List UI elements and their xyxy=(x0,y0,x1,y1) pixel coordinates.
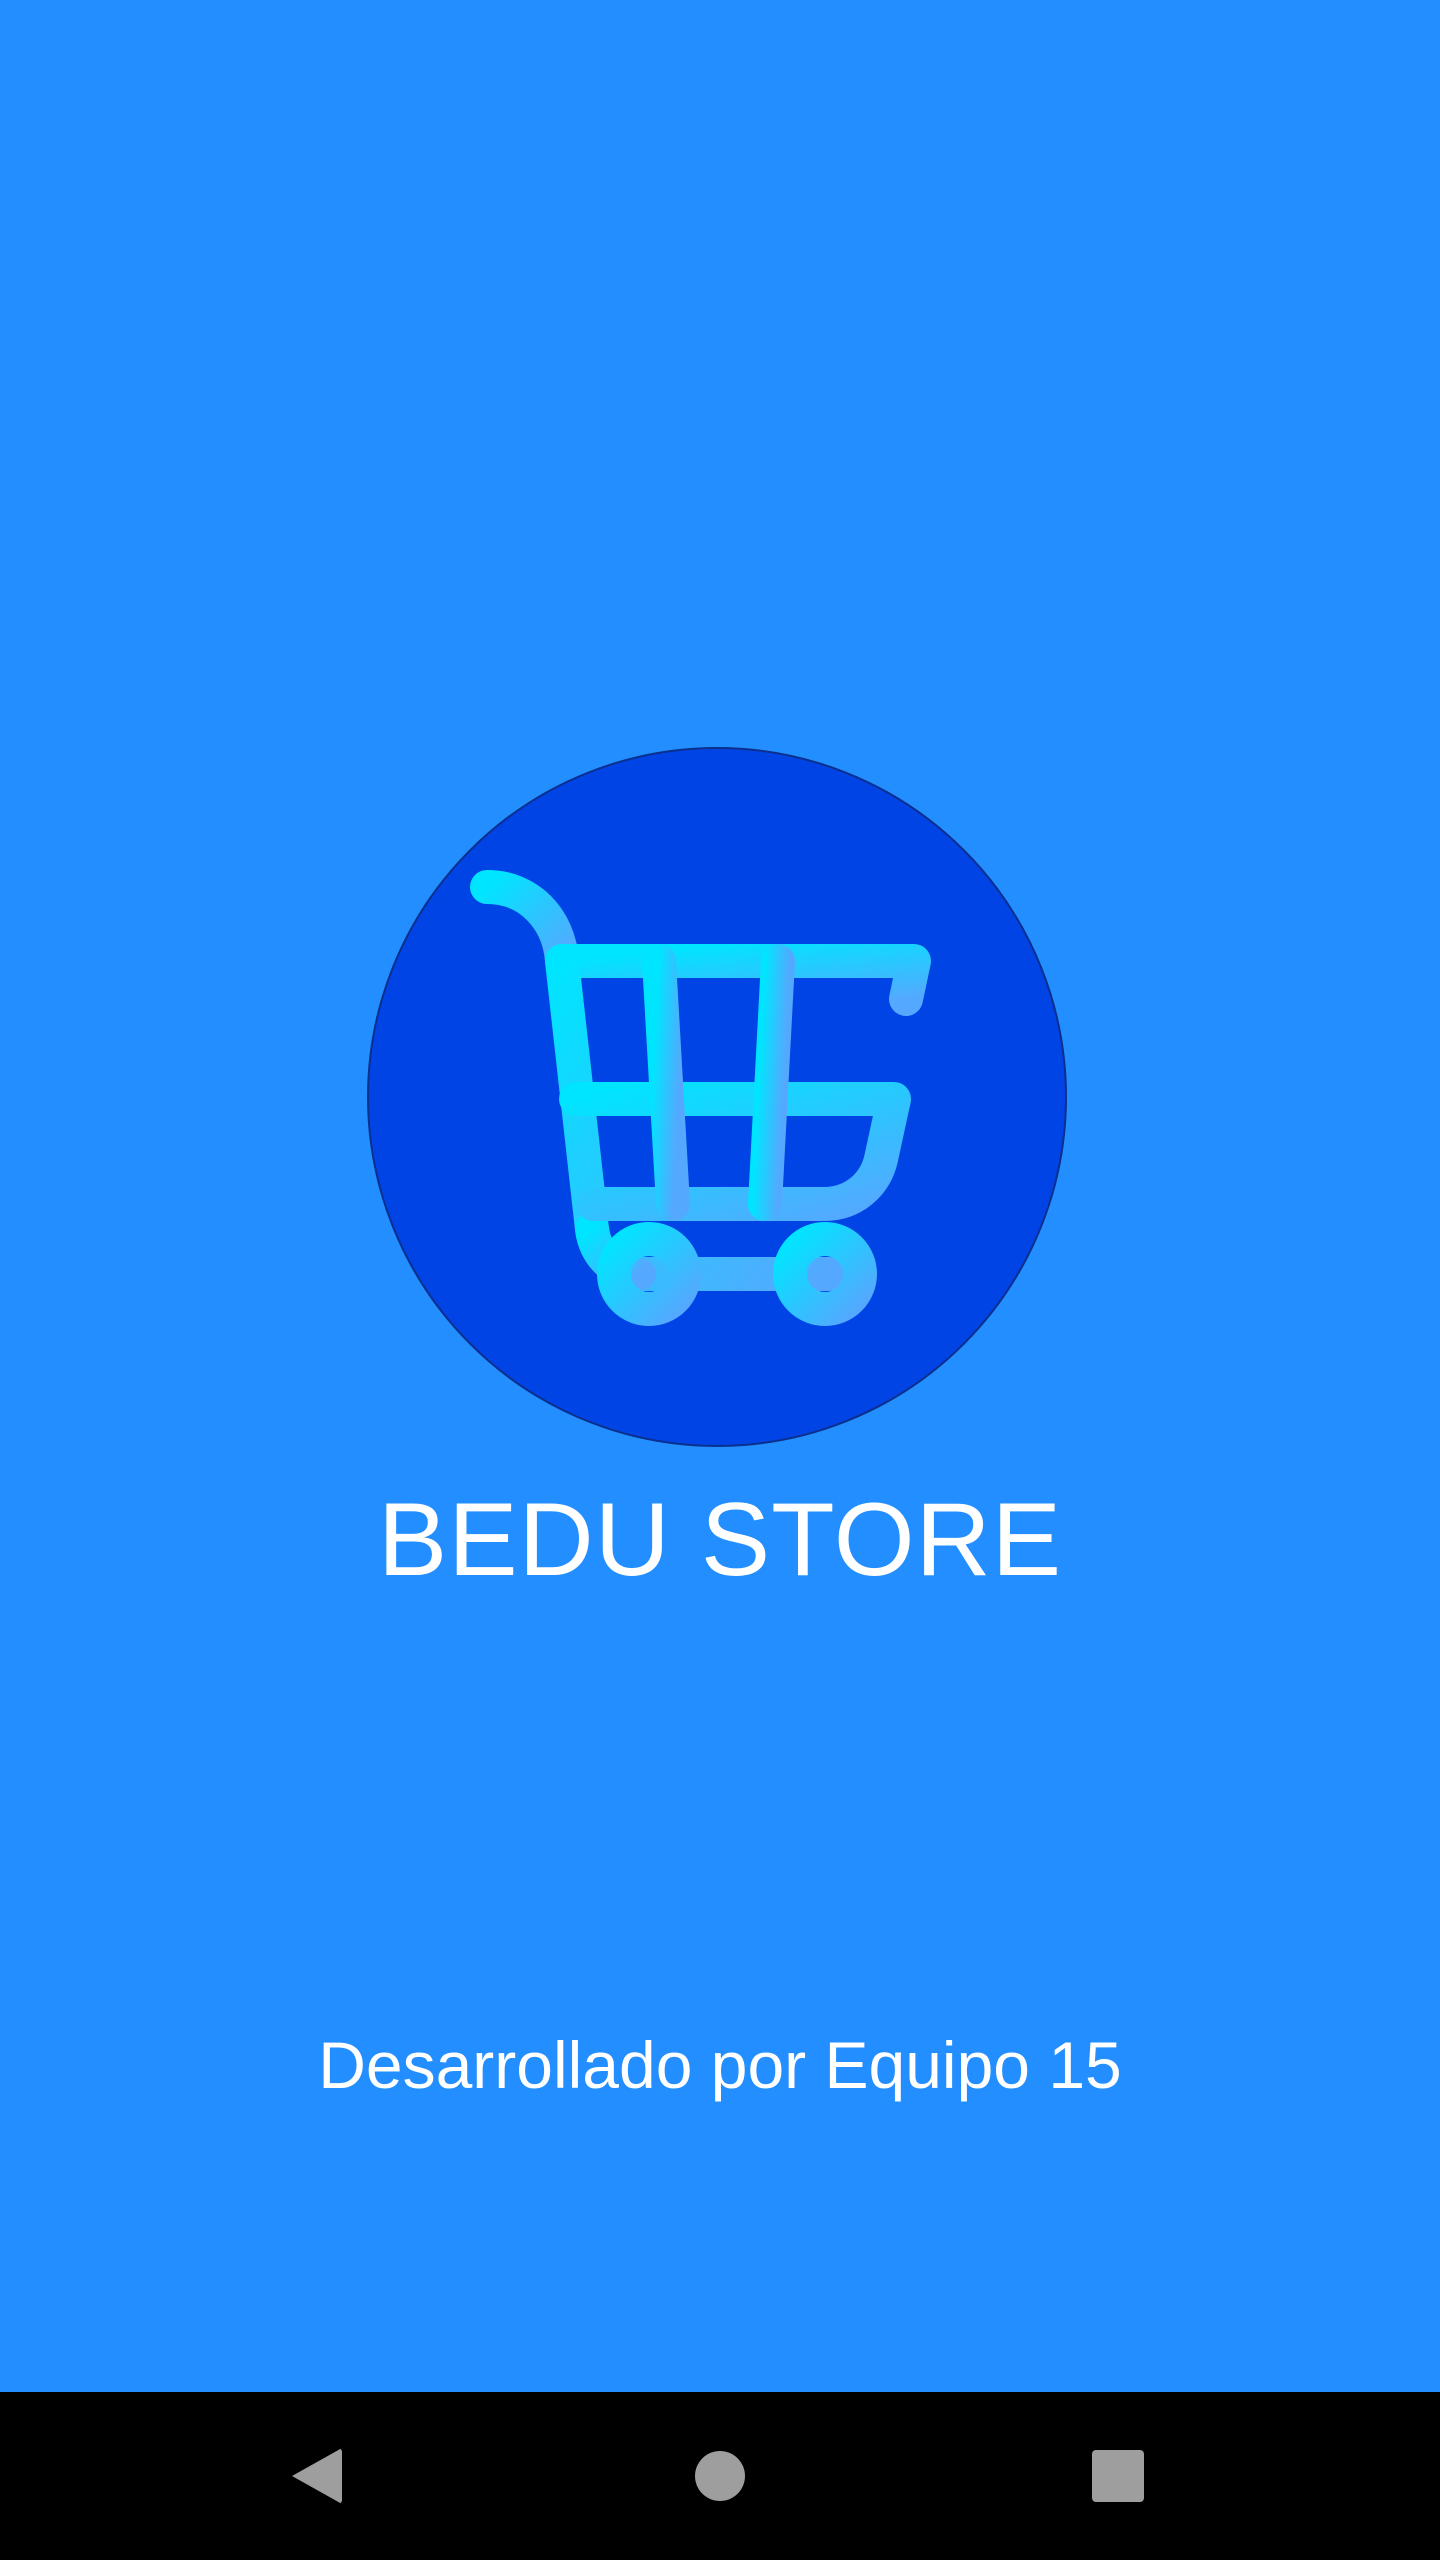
home-button[interactable] xyxy=(670,2426,770,2526)
back-triangle-icon xyxy=(292,2448,342,2504)
app-title: BEDU STORE xyxy=(377,1482,1063,1598)
app-logo xyxy=(367,747,1067,1447)
credits-text: Desarrollado por Equipo 15 xyxy=(318,2028,1122,2102)
system-navigation-bar xyxy=(0,2392,1440,2560)
back-button[interactable] xyxy=(267,2426,367,2526)
recents-button[interactable] xyxy=(1068,2426,1168,2526)
recents-square-icon xyxy=(1092,2450,1144,2502)
shopping-cart-icon xyxy=(470,870,931,1326)
splash-screen: BEDU STORE Desarrollado por Equipo 15 xyxy=(0,0,1440,2560)
home-circle-icon xyxy=(695,2451,745,2501)
splash-content: BEDU STORE Desarrollado por Equipo 15 xyxy=(0,0,1440,2392)
